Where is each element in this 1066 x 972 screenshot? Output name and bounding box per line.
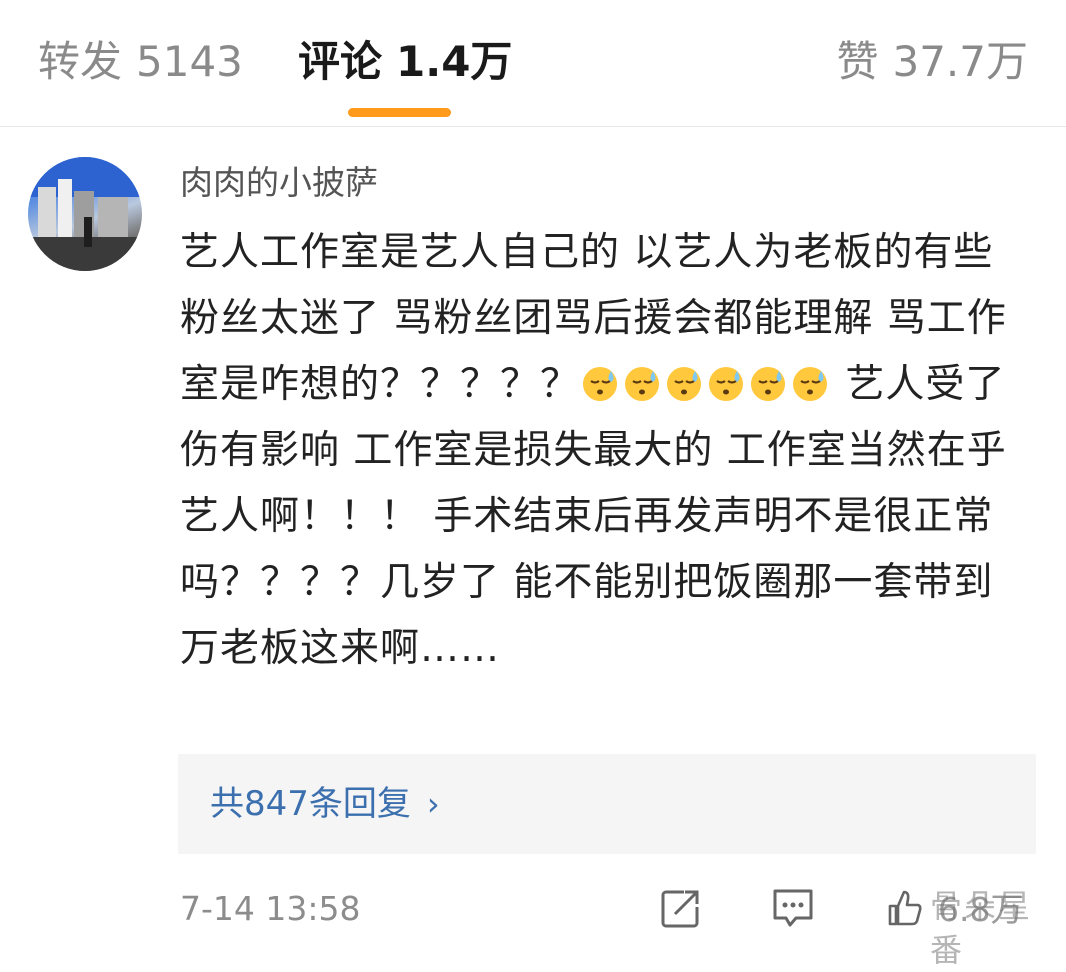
active-tab-indicator: [348, 108, 451, 117]
cold-sweat-emoji-icon: [667, 367, 702, 401]
tab-repost[interactable]: 转发 5143: [38, 36, 243, 88]
tab-likes-label: 赞: [836, 37, 879, 86]
cold-sweat-emoji-icon: [793, 367, 828, 401]
view-replies-link[interactable]: 共847条回复 ›: [210, 782, 440, 826]
like-button[interactable]: 6.8万 骨朵星番: [878, 882, 1048, 969]
like-icon: [888, 890, 922, 926]
comment-text: 艺人工作室是艺人自己的 以艺人为老板的有些粉丝太迷了 骂粉丝团骂后援会都能理解 …: [180, 220, 1020, 682]
cold-sweat-emoji-icon: [583, 367, 618, 401]
tab-comments-label: 评论: [298, 37, 383, 86]
tab-likes[interactable]: 赞 37.7万: [836, 36, 1028, 88]
avatar[interactable]: [28, 157, 142, 271]
watermark: 骨朵星番: [930, 887, 1033, 969]
tab-repost-label: 转发: [38, 37, 123, 86]
comment-username[interactable]: 肉肉的小披萨: [180, 163, 378, 203]
cold-sweat-emoji-icon: [709, 367, 744, 401]
tab-repost-count: 5143: [136, 37, 243, 86]
cold-sweat-emoji-icon: [751, 367, 786, 401]
replies-count-label: 共847条回复: [210, 784, 411, 824]
replies-box: 共847条回复 ›: [178, 754, 1036, 854]
chevron-right-icon: ›: [426, 785, 440, 823]
emoji-group: [580, 362, 832, 407]
tab-comments-count: 1.4万: [396, 37, 513, 86]
tab-likes-count: 37.7万: [892, 37, 1028, 86]
comment-icon[interactable]: [770, 885, 816, 931]
avatar-image: [28, 157, 142, 271]
comment-tabs: 转发 5143 评论 1.4万 赞 37.7万: [0, 0, 1066, 127]
comment-timestamp: 7-14 13:58: [180, 889, 361, 928]
comment-text-part-2: 艺人受了伤有影响 工作室是损失最大的 工作室当然在乎艺人啊！！！ 手术结束后再发…: [180, 362, 1007, 671]
tab-comments[interactable]: 评论 1.4万: [298, 36, 512, 88]
cold-sweat-emoji-icon: [625, 367, 660, 401]
share-icon[interactable]: [658, 885, 704, 931]
